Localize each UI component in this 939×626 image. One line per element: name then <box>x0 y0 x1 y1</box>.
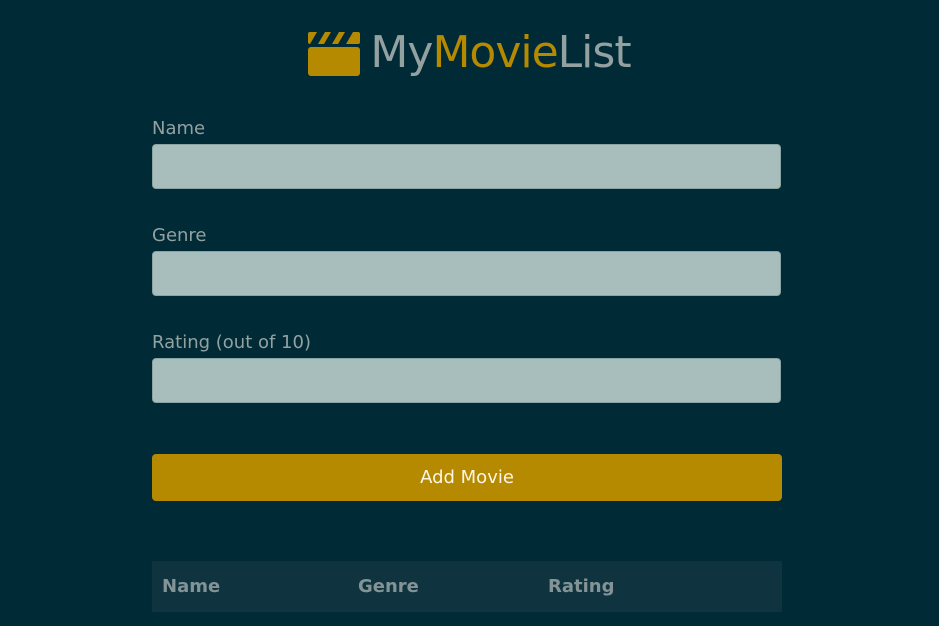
genre-input[interactable] <box>152 251 781 296</box>
table-header-rating: Rating <box>548 561 782 612</box>
name-label: Name <box>152 118 206 139</box>
app-logo: MyMovieList <box>0 26 939 80</box>
app-title-list: List <box>557 27 632 78</box>
table-header-name: Name <box>152 561 358 612</box>
app-title-my: My <box>370 27 433 78</box>
rating-label: Rating (out of 10) <box>152 332 311 353</box>
table-header-row: Name Genre Rating <box>152 561 782 612</box>
movie-table: Name Genre Rating <box>152 561 782 612</box>
add-movie-button[interactable]: Add Movie <box>152 454 782 501</box>
genre-label: Genre <box>152 225 207 246</box>
name-input[interactable] <box>152 144 781 189</box>
app-title: MyMovieList <box>370 26 632 80</box>
clapperboard-icon <box>308 32 361 76</box>
app-title-movie: Movie <box>432 27 558 78</box>
rating-input[interactable] <box>152 358 781 403</box>
table-header-genre: Genre <box>358 561 548 612</box>
